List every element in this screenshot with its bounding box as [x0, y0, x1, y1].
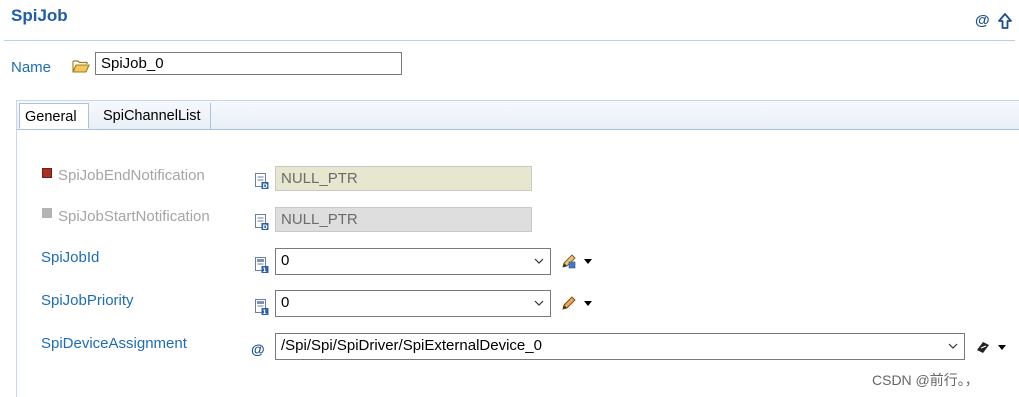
document-param-icon: D [255, 173, 269, 190]
at-icon[interactable]: @ [975, 12, 990, 29]
spijobpriority-value: 0 [281, 294, 290, 311]
pencil-icon[interactable] [561, 295, 577, 311]
arrow-up-icon[interactable] [997, 12, 1013, 30]
spideviceassignment-combobox[interactable]: /Spi/Spi/SpiDriver/SpiExternalDevice_0 [275, 333, 965, 360]
spijobpriority-combobox[interactable]: 0 [275, 290, 551, 317]
tab-spichannellist[interactable]: SpiChannelList [91, 103, 211, 129]
tool-dropdown-arrow[interactable] [584, 259, 592, 264]
svg-text:1: 1 [262, 309, 266, 316]
field-label-spideviceassignment: SpiDeviceAssignment [41, 335, 187, 352]
calc-pencil-icon[interactable] [561, 253, 577, 269]
status-marker-red [42, 168, 52, 178]
spijobstartnotification-field[interactable]: NULL_PTR [275, 207, 532, 232]
page-title: SpiJob [11, 6, 68, 25]
field-label-spijobid: SpiJobId [41, 249, 100, 266]
chevron-down-icon[interactable] [947, 340, 959, 352]
chevron-down-icon[interactable] [533, 297, 545, 309]
tab-bar: General SpiChannelList [16, 100, 1019, 130]
integer-param-icon: 1 [255, 299, 269, 316]
field-label-spijobendnotification: SpiJobEndNotification [58, 167, 205, 184]
status-marker-grey [42, 208, 52, 218]
spijobendnotification-field[interactable]: NULL_PTR [275, 166, 532, 191]
field-label-spijobstartnotification: SpiJobStartNotification [58, 208, 210, 225]
reference-icon: @ [251, 341, 265, 357]
folder-open-icon[interactable] [72, 59, 90, 73]
svg-text:D: D [263, 183, 268, 190]
document-param-icon: D [255, 214, 269, 231]
spijobid-combobox[interactable]: 0 [275, 248, 551, 275]
svg-text:1: 1 [262, 267, 266, 274]
svg-text:D: D [263, 224, 268, 231]
tab-general[interactable]: General [19, 103, 89, 129]
name-input[interactable]: SpiJob_0 [95, 52, 402, 75]
spideviceassignment-value: /Spi/Spi/SpiDriver/SpiExternalDevice_0 [281, 337, 542, 354]
tool-dropdown-arrow[interactable] [998, 345, 1006, 350]
watermark: CSDN @前行。， [872, 372, 979, 388]
spijobid-value: 0 [281, 252, 290, 269]
header-divider [4, 40, 1015, 41]
integer-param-icon: 1 [255, 257, 269, 274]
field-label-spijobpriority: SpiJobPriority [41, 292, 134, 309]
goto-reference-icon[interactable] [975, 339, 991, 355]
chevron-down-icon[interactable] [533, 255, 545, 267]
name-label: Name [11, 59, 52, 76]
tool-dropdown-arrow[interactable] [584, 301, 592, 306]
